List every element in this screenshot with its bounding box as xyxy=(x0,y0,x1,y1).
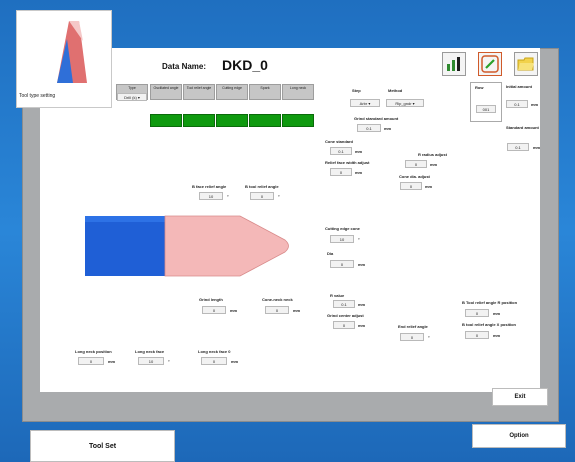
cone-standard-unit: mm xyxy=(355,149,363,154)
grind-length-label: Grind length xyxy=(199,297,223,302)
folder-icon[interactable] xyxy=(514,52,538,76)
standard-amount-unit: mm xyxy=(533,145,541,150)
status-cell[interactable] xyxy=(282,114,314,127)
cutting-edge-cone-unit: ° xyxy=(358,237,360,242)
r-value-unit: mm xyxy=(358,302,366,307)
relief-face-width-field[interactable]: 0 xyxy=(330,168,352,176)
long-neck-face-field[interactable]: 10 xyxy=(138,357,164,365)
long-neck-position-field[interactable]: 0 xyxy=(78,357,104,365)
tool-shank xyxy=(85,216,165,276)
dia-unit: mm xyxy=(358,262,366,267)
long-neck-face-unit: ° xyxy=(168,359,170,364)
b-tool-x-position-label: B tool relief angle X position xyxy=(462,322,517,327)
cone-dia-adjust-field[interactable]: 0 xyxy=(400,182,422,190)
b-tool-r-position-label: B Tool relief angle R position xyxy=(462,300,518,305)
long-neck-face-label: Long neck face xyxy=(135,349,165,354)
step-label: Step xyxy=(352,88,361,93)
b-tool-x-position-unit: mm xyxy=(493,333,501,338)
cone-standard-label: Cone standard xyxy=(325,139,354,144)
cone-dia-adjust-unit: mm xyxy=(425,184,433,189)
exit-button[interactable]: Exit xyxy=(492,388,548,406)
header-long-neck: Long neck xyxy=(282,84,314,100)
tool-tip xyxy=(164,215,289,277)
dia-field[interactable]: 0 xyxy=(330,260,354,268)
end-relief-angle-label: End relief angle xyxy=(398,324,428,329)
grind-length-field[interactable]: 0 xyxy=(202,306,226,314)
status-cell[interactable] xyxy=(216,114,248,127)
status-cell[interactable] xyxy=(249,114,281,127)
grind-center-adjust-label: Grind center adjust xyxy=(327,313,364,318)
chart-icon[interactable] xyxy=(442,52,466,76)
r-radius-adjust-label: R radius adjust xyxy=(418,152,447,157)
data-name-value[interactable]: DKD_0 xyxy=(222,57,268,73)
cone-neck-label: Cone-neck neck xyxy=(262,297,293,302)
grind-std-field[interactable]: 0.1 xyxy=(357,124,381,132)
b-tool-relief-unit: ° xyxy=(278,194,280,199)
end-relief-angle-field[interactable]: 0 xyxy=(400,333,424,341)
r-radius-adjust-field[interactable]: 0 xyxy=(405,160,427,168)
b-face-relief-label: B face relief angle xyxy=(192,184,227,189)
cone-neck-field[interactable]: 0 xyxy=(265,306,289,314)
relief-face-width-unit: mm xyxy=(355,170,363,175)
cone-standard-field[interactable]: 0.1 xyxy=(330,147,352,155)
header-tool-relief-angle: Tool relief angle xyxy=(183,84,215,100)
edit-icon[interactable] xyxy=(478,52,502,76)
end-relief-angle-unit: ° xyxy=(428,335,430,340)
grind-center-adjust-field[interactable]: 0 xyxy=(333,321,355,329)
b-tool-r-position-field[interactable]: 0 xyxy=(465,309,489,317)
long-neck-face-b-label: Long neck face 0 xyxy=(198,349,231,354)
header-spark: Spark xyxy=(249,84,281,100)
b-tool-relief-field[interactable]: 0 xyxy=(250,192,274,200)
header-oscillated-angle: Oscillated angle xyxy=(150,84,182,100)
long-neck-face-b-unit: mm xyxy=(231,359,239,364)
b-face-relief-unit: ° xyxy=(227,194,229,199)
type-select[interactable]: Drill (k) ▾ xyxy=(117,93,147,101)
b-tool-x-position-field[interactable]: 0 xyxy=(465,331,489,339)
initial-amount-unit: mm xyxy=(531,102,539,107)
cutting-edge-cone-label: Cutting edge cone xyxy=(325,226,360,231)
relief-face-width-label: Relief face width adjust xyxy=(325,160,370,165)
r-value-label: R value xyxy=(330,293,345,298)
tool-diagram xyxy=(85,215,289,277)
grind-std-unit: mm xyxy=(384,126,392,131)
dia-label: Dia xyxy=(327,251,334,256)
grind-length-unit: mm xyxy=(230,308,238,313)
long-neck-position-unit: mm xyxy=(108,359,116,364)
tool-preview-icon xyxy=(57,21,87,83)
header-cutting-edge: Cutting edge xyxy=(216,84,248,100)
long-neck-position-label: Long neck position xyxy=(75,349,112,354)
standard-amount-field[interactable]: 0.1 xyxy=(507,143,529,151)
status-cell[interactable] xyxy=(150,114,182,127)
b-tool-r-position-unit: mm xyxy=(493,311,501,316)
r-radius-adjust-unit: mm xyxy=(430,162,438,167)
cone-neck-unit: mm xyxy=(293,308,301,313)
initial-amount-field[interactable]: 0.1 xyxy=(506,100,528,108)
options-button[interactable]: Option xyxy=(472,424,566,448)
cutting-edge-cone-field[interactable]: 10 xyxy=(330,235,354,243)
initial-amount-label: Initial amount xyxy=(506,84,532,89)
method-label: Method xyxy=(388,88,403,93)
tool-shank-highlight xyxy=(85,216,165,222)
tool-set-button[interactable]: Tool Set xyxy=(30,430,175,462)
data-name-label: Data Name: xyxy=(162,62,207,71)
b-face-relief-field[interactable]: 10 xyxy=(199,192,223,200)
long-neck-face-b-field[interactable]: 0 xyxy=(201,357,227,365)
method-select[interactable]: Rip_gndr ▾ xyxy=(386,99,424,107)
grind-std-label: Grind standard amount xyxy=(354,116,399,121)
row-field[interactable]: 001 xyxy=(476,105,496,113)
status-cell[interactable] xyxy=(183,114,215,127)
tool-type-thumbnail[interactable]: Tool type setting xyxy=(16,10,112,108)
grind-center-adjust-unit: mm xyxy=(358,323,366,328)
standard-amount-label: Standard amount xyxy=(506,125,539,130)
cone-dia-adjust-label: Cone dia. adjust xyxy=(399,174,430,179)
row-box: Row 001 xyxy=(470,82,502,122)
step-select[interactable]: Arbr ▾ xyxy=(350,99,380,107)
b-tool-relief-label: B tool relief angle xyxy=(245,184,279,189)
thumbnail-label: Tool type setting xyxy=(19,93,56,99)
row-label: Row xyxy=(475,85,484,90)
r-value-field[interactable]: 0.1 xyxy=(333,300,355,308)
